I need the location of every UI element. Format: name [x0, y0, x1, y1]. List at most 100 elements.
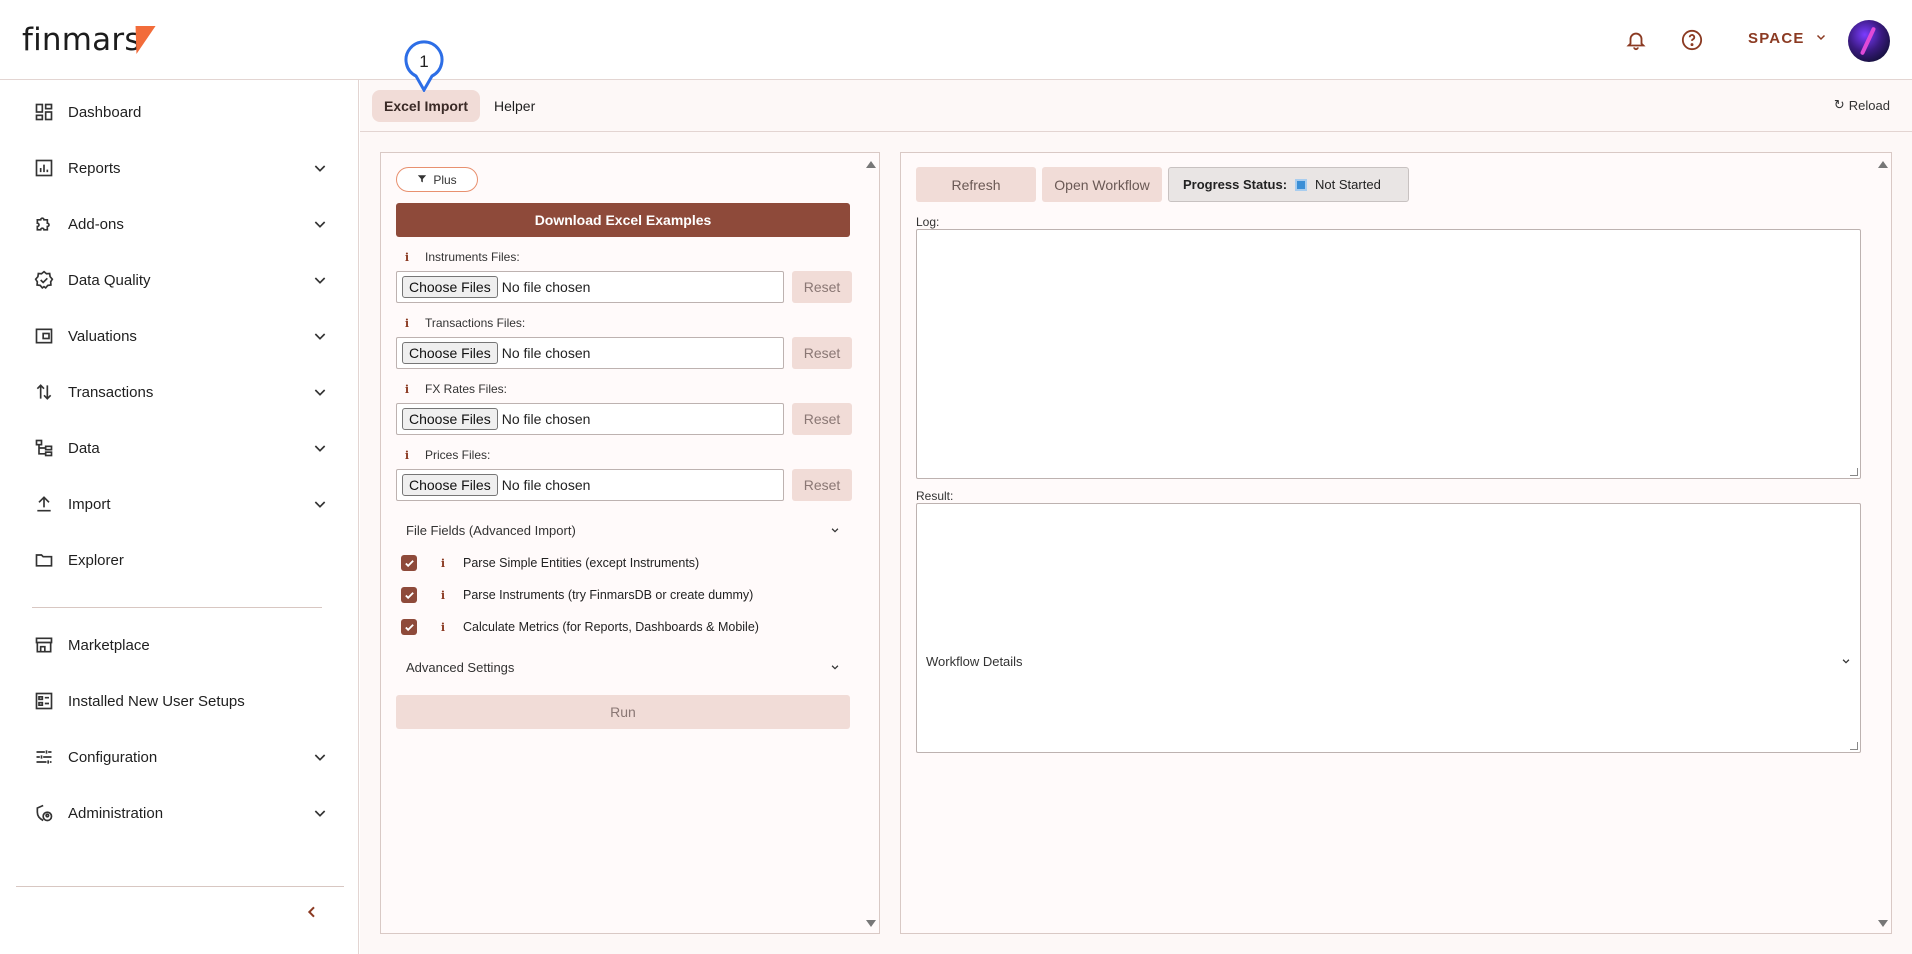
- run-button[interactable]: Run: [396, 695, 850, 729]
- resize-handle-icon[interactable]: [1850, 742, 1858, 750]
- sidebar-item-marketplace[interactable]: Marketplace: [32, 627, 332, 663]
- sidebar-item-configuration[interactable]: Configuration: [32, 739, 332, 775]
- log-textarea[interactable]: [916, 229, 1861, 479]
- sidebar-item-add-ons[interactable]: Add-ons: [32, 206, 332, 242]
- tab-excel-import[interactable]: Excel Import: [372, 90, 481, 122]
- tab-helper[interactable]: Helper: [482, 90, 547, 122]
- wallet-icon: [32, 324, 56, 348]
- progress-label: Progress Status:: [1183, 177, 1288, 192]
- transactions-reset-button[interactable]: Reset: [792, 337, 852, 369]
- help-icon[interactable]: [1678, 26, 1706, 54]
- info-icon[interactable]: i: [439, 557, 447, 570]
- checkbox-checked[interactable]: [401, 619, 417, 635]
- sidebar-item-administration[interactable]: Administration: [32, 795, 332, 831]
- avatar[interactable]: [1848, 20, 1890, 62]
- sidebar-item-label: Configuration: [68, 748, 158, 766]
- data-tree-icon: [32, 436, 56, 460]
- chevron-down-icon: [1841, 654, 1851, 669]
- main-content: Excel Import Helper 1 ↻ Reload Plus Down…: [360, 40, 1912, 954]
- chevron-down-icon: [308, 268, 332, 292]
- reports-icon: [32, 156, 56, 180]
- list-box-icon: [32, 689, 56, 713]
- sidebar-item-valuations[interactable]: Valuations: [32, 318, 332, 354]
- info-icon[interactable]: i: [403, 251, 411, 264]
- option-parse-instruments: i Parse Instruments (try FinmarsDB or cr…: [401, 584, 753, 606]
- plus-label: Plus: [433, 172, 457, 187]
- dashboard-icon: [32, 100, 56, 124]
- reload-label: Reload: [1848, 97, 1890, 113]
- choose-files-button[interactable]: Choose Files: [402, 474, 498, 496]
- instruments-reset-button[interactable]: Reset: [792, 271, 852, 303]
- info-icon[interactable]: i: [403, 449, 411, 462]
- sidebar-item-dashboard[interactable]: Dashboard: [32, 94, 332, 130]
- sidebar-item-label: Administration: [68, 804, 164, 822]
- file-status: No file chosen: [501, 477, 591, 493]
- store-icon: [32, 633, 56, 657]
- chevron-down-icon: [308, 745, 332, 769]
- chevron-down-icon: [308, 324, 332, 348]
- chevron-down-icon: [1815, 30, 1827, 47]
- scroll-up-arrow-icon[interactable]: [1878, 161, 1888, 168]
- logo[interactable]: finmars: [22, 22, 141, 58]
- checkbox-checked[interactable]: [401, 587, 417, 603]
- choose-files-button[interactable]: Choose Files: [402, 276, 498, 298]
- choose-files-button[interactable]: Choose Files: [402, 342, 498, 364]
- option-label: Calculate Metrics (for Reports, Dashboar…: [463, 620, 759, 634]
- fx-rates-reset-button[interactable]: Reset: [792, 403, 852, 435]
- sidebar-bottom-divider: [16, 886, 344, 887]
- badge-check-icon: [32, 268, 56, 292]
- fx-rates-files-label: i FX Rates Files:: [403, 382, 508, 396]
- chevron-down-icon: [308, 492, 332, 516]
- sidebar-item-label: Valuations: [68, 327, 137, 345]
- file-status: No file chosen: [501, 279, 591, 295]
- space-selector[interactable]: SPACE: [1748, 30, 1827, 47]
- file-fields-section-toggle[interactable]: File Fields (Advanced Import): [396, 518, 850, 542]
- refresh-icon: ↻: [1833, 97, 1845, 112]
- download-excel-examples-button[interactable]: Download Excel Examples: [396, 203, 850, 237]
- tab-bar: Excel Import Helper 1 ↻ Reload: [360, 40, 1912, 132]
- result-label: Result:: [916, 489, 954, 503]
- advanced-settings-toggle[interactable]: Advanced Settings: [396, 655, 850, 679]
- sidebar-item-label: Add-ons: [68, 215, 124, 233]
- step-marker-number: 1: [419, 52, 428, 71]
- info-icon[interactable]: i: [403, 317, 411, 330]
- sidebar-item-data-quality[interactable]: Data Quality: [32, 262, 332, 298]
- swap-vertical-icon: [32, 380, 56, 404]
- sidebar-item-import[interactable]: Import: [32, 486, 332, 522]
- status-square-icon: [1295, 178, 1308, 191]
- workflow-details-toggle[interactable]: Workflow Details: [916, 649, 1861, 673]
- resize-handle-icon[interactable]: [1850, 468, 1858, 476]
- sidebar-item-reports[interactable]: Reports: [32, 150, 332, 186]
- scroll-down-arrow-icon[interactable]: [1878, 920, 1888, 927]
- collapse-sidebar-chevron-left-icon[interactable]: [300, 900, 324, 924]
- file-status: No file chosen: [501, 411, 591, 427]
- info-icon[interactable]: i: [439, 621, 447, 634]
- checkbox-checked[interactable]: [401, 555, 417, 571]
- prices-reset-button[interactable]: Reset: [792, 469, 852, 501]
- sidebar-item-transactions[interactable]: Transactions: [32, 374, 332, 410]
- filter-icon: [417, 173, 427, 187]
- reload-button[interactable]: ↻ Reload: [1834, 97, 1890, 113]
- sidebar-item-explorer[interactable]: Explorer: [32, 542, 332, 578]
- progress-value: Not Started: [1315, 177, 1381, 192]
- progress-status-badge: Progress Status: Not Started: [1168, 167, 1409, 202]
- plus-filter-button[interactable]: Plus: [396, 167, 478, 192]
- sidebar-item-installed-new-user-setups[interactable]: Installed New User Setups: [32, 683, 332, 719]
- sidebar-item-data[interactable]: Data: [32, 430, 332, 466]
- admin-shield-icon: [32, 801, 56, 825]
- choose-files-button[interactable]: Choose Files: [402, 408, 498, 430]
- info-icon[interactable]: i: [439, 589, 447, 602]
- status-panel: Refresh Open Workflow Progress Status: N…: [900, 152, 1892, 934]
- info-icon[interactable]: i: [403, 383, 411, 396]
- scroll-down-arrow-icon[interactable]: [866, 920, 876, 927]
- space-label: SPACE: [1748, 30, 1805, 47]
- prices-file-input: Choose Files No file chosen: [396, 469, 784, 501]
- result-textarea[interactable]: [916, 503, 1861, 753]
- refresh-button[interactable]: Refresh: [916, 167, 1036, 202]
- scroll-up-arrow-icon[interactable]: [866, 161, 876, 168]
- bell-icon[interactable]: [1622, 26, 1650, 54]
- open-workflow-button[interactable]: Open Workflow: [1042, 167, 1162, 202]
- instruments-file-input: Choose Files No file chosen: [396, 271, 784, 303]
- prices-files-label: i Prices Files:: [403, 448, 491, 462]
- chevron-down-icon: [308, 436, 332, 460]
